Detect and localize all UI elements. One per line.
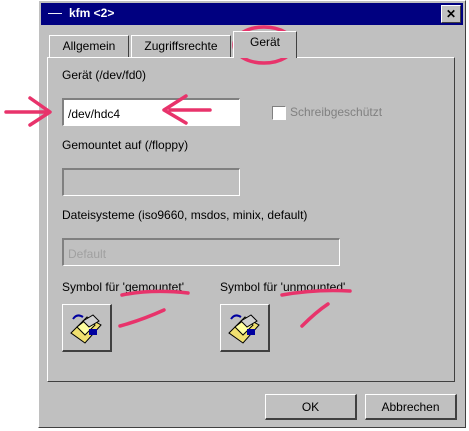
tab-geraet[interactable]: Gerät [233,31,297,58]
tab-label: Gerät [249,35,280,49]
tab-label: Zugriffsrechte [144,39,218,53]
readonly-label: Schreibgeschützt [290,105,383,119]
mountpoint-label: Gemountet auf (/floppy) [62,138,189,152]
mountpoint-input[interactable] [62,168,240,196]
floppy-folder-icon [228,314,260,344]
unmounted-icon-button[interactable] [220,304,270,352]
filesystems-input[interactable]: Default [62,238,340,266]
cancel-button[interactable]: Abbrechen [365,394,457,420]
tab-zugriffsrechte[interactable]: Zugriffsrechte [131,35,231,57]
floppy-folder-icon [70,314,102,344]
tab-panel: Gerät (/dev/fd0) /dev/hdc4 Schreibgeschü… [47,57,455,382]
close-icon[interactable]: ✕ [441,5,461,23]
device-input[interactable]: /dev/hdc4 [62,98,240,126]
unmounted-icon-label: Symbol für 'unmounted' [220,280,346,294]
tab-allgemein[interactable]: Allgemein [49,35,129,57]
title-bar[interactable]: — kfm <2> ✕ [41,3,463,25]
mounted-icon-button[interactable] [62,304,112,352]
readonly-checkbox[interactable] [272,106,286,120]
device-label: Gerät (/dev/fd0) [62,68,147,82]
properties-dialog: — kfm <2> ✕ Allgemein Zugriffsrechte Ger… [38,0,466,428]
mounted-icon-label: Symbol für 'gemountet' [62,280,184,294]
filesystems-label: Dateisysteme (iso9660, msdos, minix, def… [62,208,308,222]
tab-label: Allgemein [62,39,116,53]
ok-button[interactable]: OK [265,394,357,420]
window-menu-icon[interactable]: — [45,5,65,21]
window-title: kfm <2> [69,6,115,20]
